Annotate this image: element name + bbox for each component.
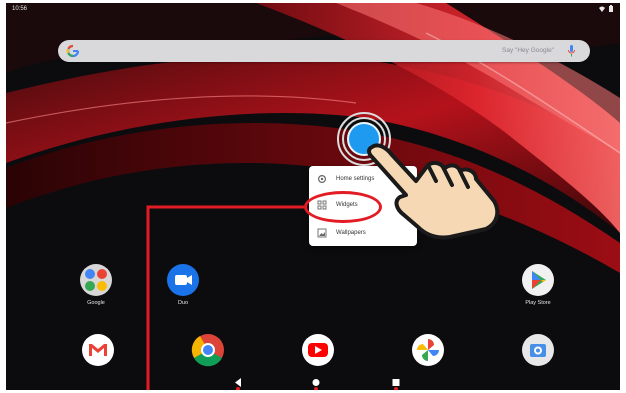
google-search-bar[interactable]: Say "Hey Google" [58, 40, 590, 62]
app-label: Duo [177, 300, 189, 306]
battery-icon [608, 5, 614, 12]
dock-youtube[interactable] [288, 333, 348, 367]
dock-photos[interactable] [398, 333, 458, 367]
play-store-icon [522, 264, 554, 296]
status-time: 10:56 [12, 6, 28, 12]
dock-chrome[interactable] [178, 333, 238, 367]
camera-icon [522, 334, 554, 366]
youtube-icon [302, 334, 334, 366]
photos-icon [412, 334, 444, 366]
mic-icon[interactable] [567, 44, 576, 58]
google-g-icon [66, 44, 80, 58]
menu-item-label: Wallpapers [336, 230, 366, 236]
status-bar: 10:56 [6, 3, 620, 15]
app-label: Play Store [525, 300, 551, 306]
tablet-home-screen: 10:56 Say "Hey Google" Home settings Wid… [6, 3, 620, 390]
app-duo[interactable]: Duo [153, 263, 213, 306]
wallpaper-icon [317, 228, 327, 238]
settings-icon [317, 174, 327, 184]
chrome-icon [191, 334, 224, 367]
status-icons [599, 5, 614, 12]
dock-camera[interactable] [508, 333, 568, 367]
nav-markers [236, 387, 398, 390]
navigation-bar [6, 375, 620, 390]
dock-gmail[interactable] [68, 333, 128, 367]
duo-icon [167, 264, 199, 296]
wifi-icon [599, 5, 605, 12]
app-label: Google [87, 300, 105, 306]
google-folder-icon [80, 264, 112, 296]
app-google-folder[interactable]: Google [66, 263, 126, 306]
tap-and-hold-hand-icon [367, 143, 500, 240]
app-play-store[interactable]: Play Store [508, 263, 568, 306]
search-hint: Say "Hey Google" [502, 47, 554, 54]
gmail-icon [82, 334, 114, 366]
